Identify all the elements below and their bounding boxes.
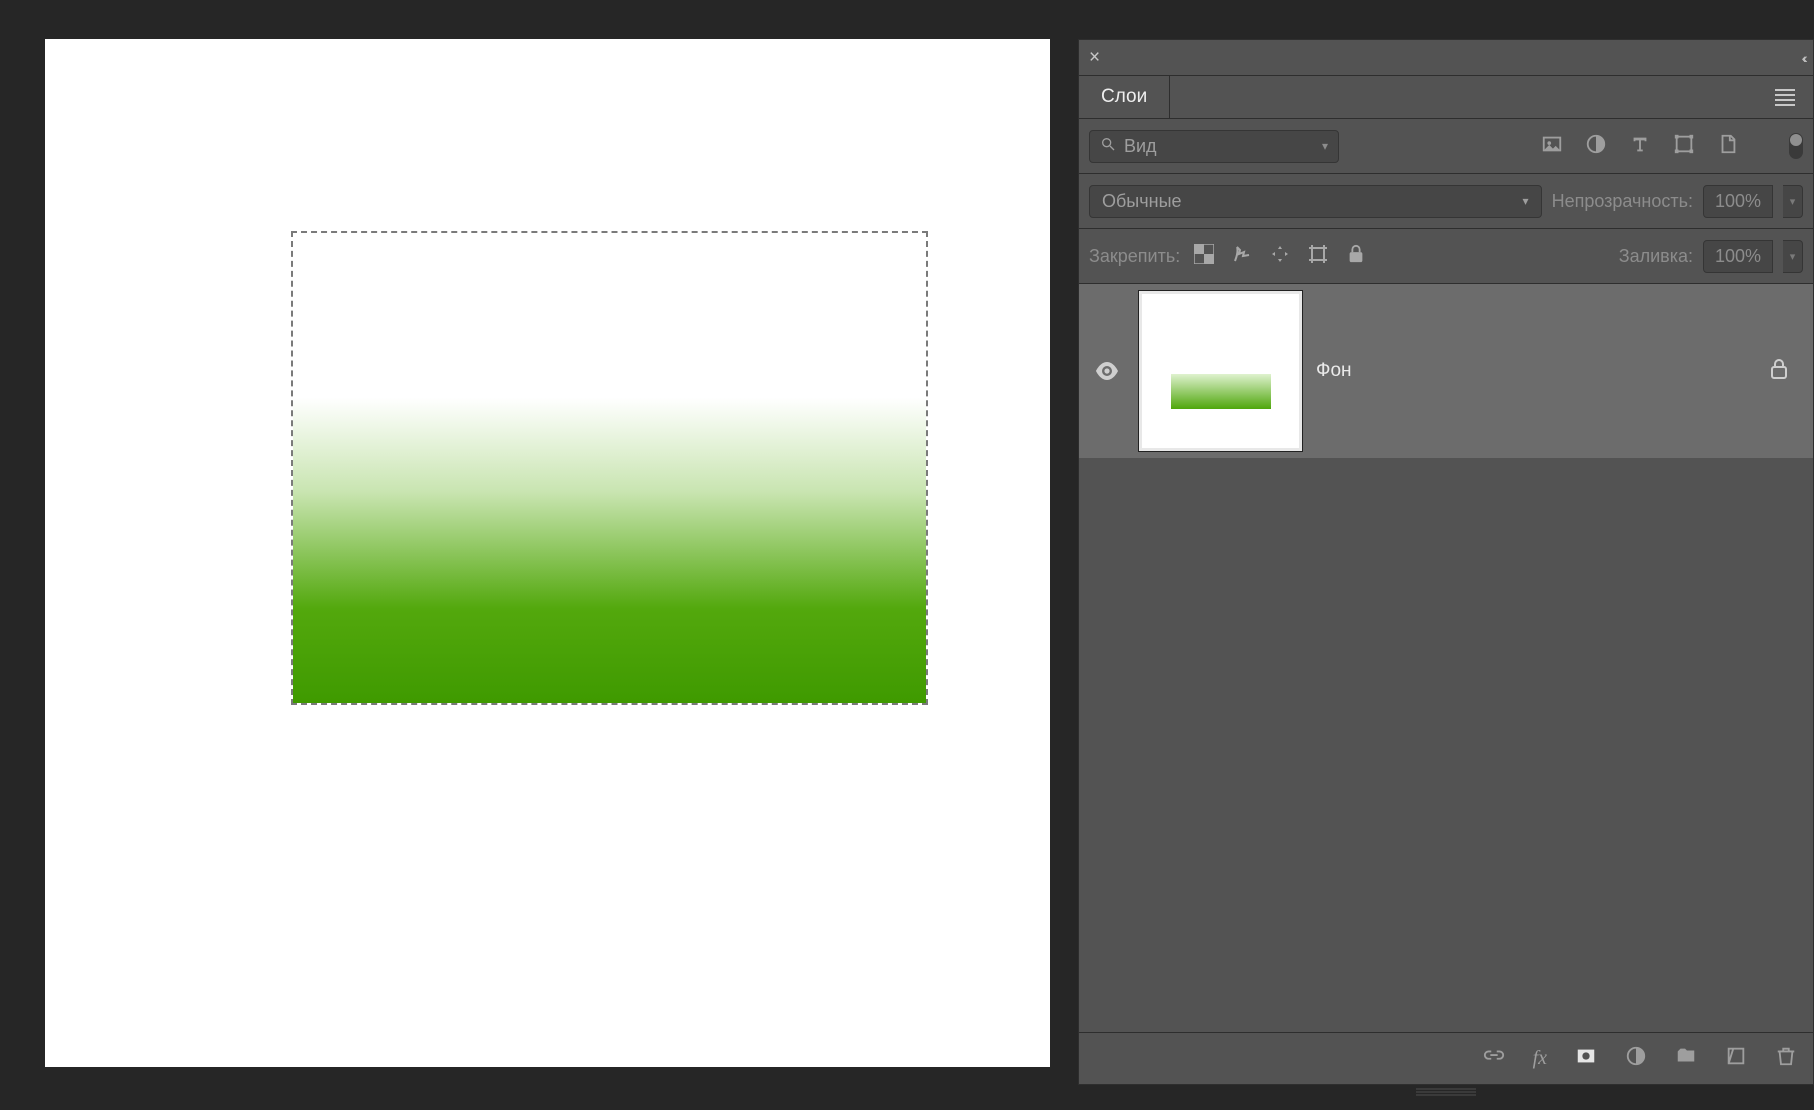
layer-thumbnail[interactable]	[1139, 291, 1302, 451]
layer-kind-select[interactable]: Вид ▾	[1089, 130, 1339, 163]
opacity-label: Непрозрачность:	[1552, 191, 1693, 212]
fill-label: Заливка:	[1619, 246, 1693, 267]
menu-icon	[1775, 86, 1795, 109]
lock-all-icon[interactable]	[1346, 244, 1366, 269]
blend-opacity-row: Обычные ▾ Непрозрачность: 100% ▾	[1079, 174, 1813, 229]
lock-image-icon[interactable]	[1232, 244, 1252, 269]
panel-footer: fx	[1079, 1032, 1813, 1084]
close-icon[interactable]: ×	[1089, 47, 1100, 69]
lock-label: Закрепить:	[1089, 246, 1180, 267]
blend-mode-select[interactable]: Обычные ▾	[1089, 185, 1542, 218]
opacity-value[interactable]: 100%	[1703, 185, 1773, 218]
lock-icons	[1194, 244, 1366, 269]
new-layer-icon[interactable]	[1725, 1045, 1747, 1072]
layer-row[interactable]: Фон	[1079, 284, 1813, 458]
layer-kind-label: Вид	[1124, 136, 1157, 157]
layer-name[interactable]: Фон	[1316, 360, 1352, 382]
layer-filter-row: Вид ▾	[1079, 119, 1813, 174]
layer-lock-icon[interactable]	[1769, 358, 1789, 385]
lock-fill-row: Закрепить: Заливка: 100% ▾	[1079, 229, 1813, 284]
panel-menu-button[interactable]	[1757, 76, 1813, 118]
layer-mask-icon[interactable]	[1575, 1045, 1597, 1072]
fill-value[interactable]: 100%	[1703, 240, 1773, 273]
group-layers-icon[interactable]	[1675, 1045, 1697, 1072]
filter-smartobject-icon[interactable]	[1717, 133, 1739, 160]
panel-header: × ‹‹	[1079, 40, 1813, 76]
panel-resize-grip[interactable]	[1078, 1085, 1814, 1099]
layers-panel: × ‹‹ Слои Вид ▾ Обычные ▾	[1078, 39, 1814, 1085]
opacity-chevron-icon[interactable]: ▾	[1783, 185, 1803, 218]
adjustment-layer-icon[interactable]	[1625, 1045, 1647, 1072]
canvas-gradient-fill	[293, 233, 926, 703]
filter-pixel-icon[interactable]	[1541, 133, 1563, 160]
panel-tabs: Слои	[1079, 76, 1813, 119]
delete-layer-icon[interactable]	[1775, 1045, 1797, 1072]
filter-shape-icon[interactable]	[1673, 133, 1695, 160]
layer-visibility-toggle[interactable]	[1089, 362, 1125, 380]
selection-marquee	[291, 231, 928, 705]
link-layers-icon[interactable]	[1483, 1045, 1505, 1072]
filter-type-icon[interactable]	[1629, 133, 1651, 160]
tab-layers[interactable]: Слои	[1079, 76, 1170, 118]
canvas[interactable]	[45, 39, 1050, 1067]
blend-mode-value: Обычные	[1102, 191, 1182, 212]
filter-toggle[interactable]	[1789, 133, 1803, 159]
chevron-down-icon: ▾	[1523, 194, 1529, 208]
search-icon	[1100, 136, 1116, 157]
lock-artboard-icon[interactable]	[1308, 244, 1328, 269]
lock-position-icon[interactable]	[1270, 244, 1290, 269]
layer-list: Фон	[1079, 284, 1813, 1032]
layer-filter-icons	[1541, 133, 1803, 160]
fill-chevron-icon[interactable]: ▾	[1783, 240, 1803, 273]
thumbnail-preview	[1171, 374, 1271, 409]
layer-effects-icon[interactable]: fx	[1533, 1047, 1547, 1070]
lock-transparency-icon[interactable]	[1194, 244, 1214, 269]
filter-adjustment-icon[interactable]	[1585, 133, 1607, 160]
chevron-down-icon: ▾	[1322, 139, 1328, 153]
